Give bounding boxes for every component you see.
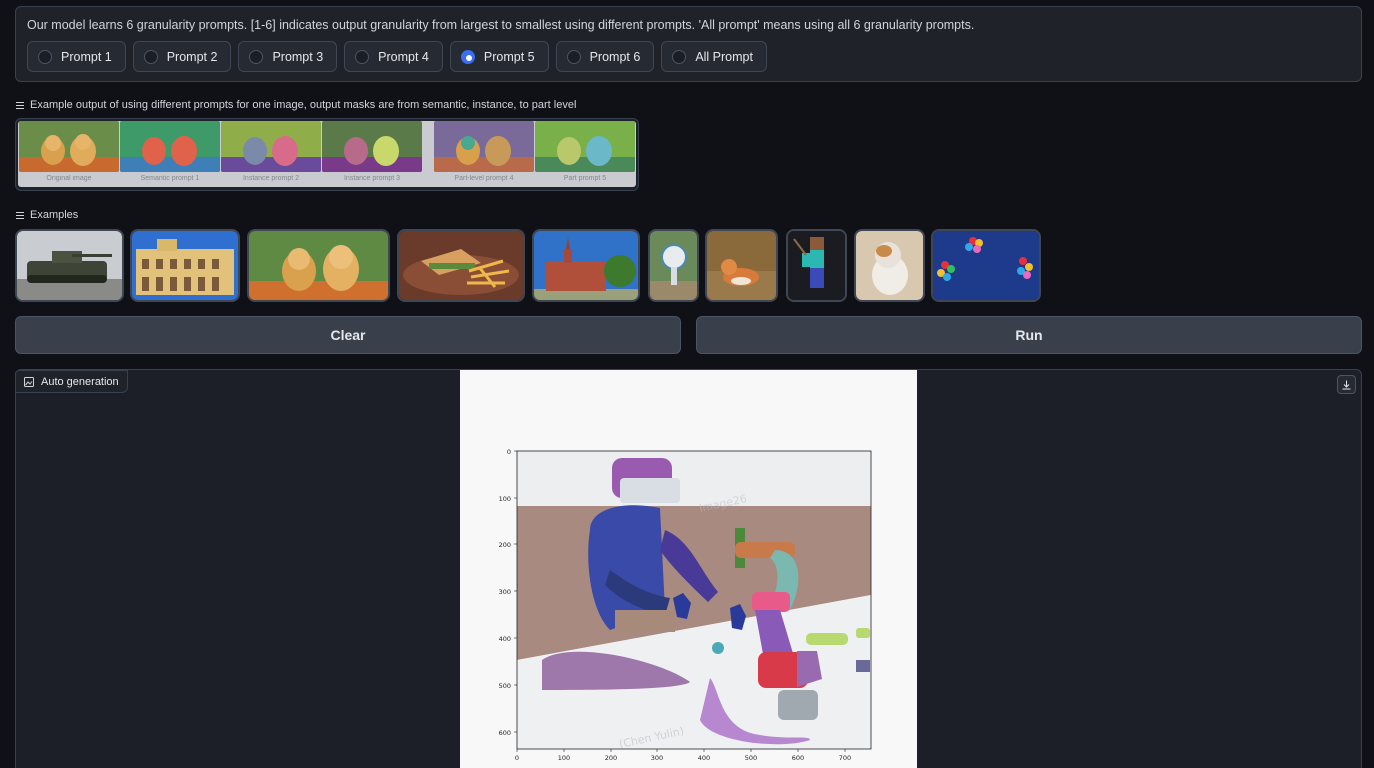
radio-prompt-5[interactable]: Prompt 5 [449, 41, 549, 72]
plot-area [517, 451, 871, 749]
segmentation-plot: 0 100 200 300 400 500 600 700 0 100 200 … [460, 370, 917, 768]
example-output-gallery: Original image Semantic prompt 1 Instanc… [15, 118, 639, 191]
radio-label: All Prompt [695, 49, 753, 64]
output-tag: Auto generation [15, 370, 128, 393]
building-image [132, 231, 238, 300]
example-minecraft[interactable] [786, 229, 847, 302]
radio-dot[interactable] [566, 49, 581, 64]
list-icon [16, 101, 24, 109]
cat-image [856, 231, 923, 300]
example-corgi[interactable] [705, 229, 778, 302]
puppies-instance-mask-1 [221, 121, 321, 172]
radio-dot[interactable] [143, 49, 158, 64]
y-tick-label: 300 [499, 588, 511, 596]
y-tick-label: 400 [499, 635, 511, 643]
x-tick-label: 400 [698, 754, 710, 762]
download-button[interactable] [1337, 375, 1356, 394]
example-cat[interactable] [854, 229, 925, 302]
example-output-label: Example output of using different prompt… [16, 99, 576, 111]
radio-label: Prompt 2 [166, 49, 218, 64]
radio-dot-selected[interactable] [460, 49, 475, 64]
caption-semantic: Semantic prompt 1 [140, 175, 200, 182]
x-tick-label: 700 [839, 754, 851, 762]
radio-prompt-3[interactable]: Prompt 3 [238, 41, 338, 72]
caption-part-5: Part prompt 5 [563, 175, 607, 182]
x-tick-label: 0 [515, 754, 519, 762]
sandwich-image [399, 231, 523, 300]
radio-all-prompt[interactable]: All Prompt [661, 41, 767, 72]
puppies-original-image [19, 121, 119, 172]
prompt-description: Our model learns 6 granularity prompts. … [27, 18, 975, 32]
example-original-image [19, 121, 119, 172]
examples-label: Examples [16, 209, 78, 221]
clear-button[interactable]: Clear [15, 316, 681, 354]
radio-dot[interactable] [249, 49, 264, 64]
radio-label: Prompt 4 [378, 49, 429, 64]
radio-prompt-6[interactable]: Prompt 6 [555, 41, 655, 72]
list-icon [16, 211, 24, 219]
example-tank[interactable] [15, 229, 124, 302]
corgi-image [707, 231, 776, 300]
caption-instance-2: Instance prompt 2 [242, 175, 300, 182]
puppies-semantic-mask [120, 121, 220, 172]
radio-prompt-1[interactable]: Prompt 1 [27, 41, 126, 72]
output-tag-label: Auto generation [41, 375, 119, 388]
example-semantic-image [120, 121, 220, 172]
y-tick-label: 600 [499, 729, 511, 737]
radio-label: Prompt 5 [483, 49, 535, 64]
radio-label: Prompt 1 [61, 49, 112, 64]
caption-instance-3: Instance prompt 3 [343, 175, 401, 182]
caption-part-4: Part-level prompt 4 [454, 175, 514, 182]
radio-dot[interactable] [38, 49, 52, 64]
example-balloons[interactable] [931, 229, 1041, 302]
x-tick-label: 500 [745, 754, 757, 762]
prompt-radio-group: Prompt 1 Prompt 2 Prompt 3 Prompt 4 Prom… [27, 41, 767, 72]
y-tick-label: 200 [499, 541, 511, 549]
x-tick-label: 200 [605, 754, 617, 762]
example-puppies[interactable] [247, 229, 390, 302]
radio-dot[interactable] [355, 49, 370, 64]
x-tick-label: 100 [558, 754, 570, 762]
y-tick-label: 500 [499, 682, 511, 690]
radio-prompt-2[interactable]: Prompt 2 [132, 41, 232, 72]
y-tick-label: 100 [499, 495, 511, 503]
statue-image [650, 231, 697, 300]
example-instance-image-2 [322, 121, 422, 172]
example-part-image-1 [434, 121, 534, 172]
caption-original: Original image [46, 175, 92, 182]
result-image: 0 100 200 300 400 500 600 700 0 100 200 … [460, 370, 917, 768]
radio-label: Prompt 6 [589, 49, 641, 64]
example-part-image-2 [535, 121, 635, 172]
radio-label: Prompt 3 [272, 49, 324, 64]
puppies-instance-mask-2 [322, 121, 422, 172]
example-instance-image-1 [221, 121, 321, 172]
radio-dot[interactable] [672, 49, 687, 64]
tank-image [17, 231, 122, 300]
y-tick-label: 0 [507, 448, 511, 456]
balloons-image [933, 231, 1039, 300]
example-building[interactable] [130, 229, 240, 302]
run-button[interactable]: Run [696, 316, 1362, 354]
puppies-part-mask-2 [535, 121, 635, 172]
puppies-image [249, 231, 388, 300]
examples-label-text: Examples [30, 209, 79, 221]
radio-prompt-4[interactable]: Prompt 4 [344, 41, 443, 72]
minecraft-image [788, 231, 845, 300]
church-image [534, 231, 638, 300]
image-icon [24, 376, 34, 387]
example-statue[interactable] [648, 229, 699, 302]
example-church[interactable] [532, 229, 640, 302]
download-icon [1342, 380, 1351, 389]
x-tick-label: 300 [651, 754, 663, 762]
example-sandwich[interactable] [397, 229, 525, 302]
puppies-part-mask-1 [434, 121, 534, 172]
example-output-label-text: Example output of using different prompt… [30, 99, 577, 111]
x-tick-label: 600 [792, 754, 804, 762]
granularity-prompt-panel: Our model learns 6 granularity prompts. … [15, 6, 1362, 82]
